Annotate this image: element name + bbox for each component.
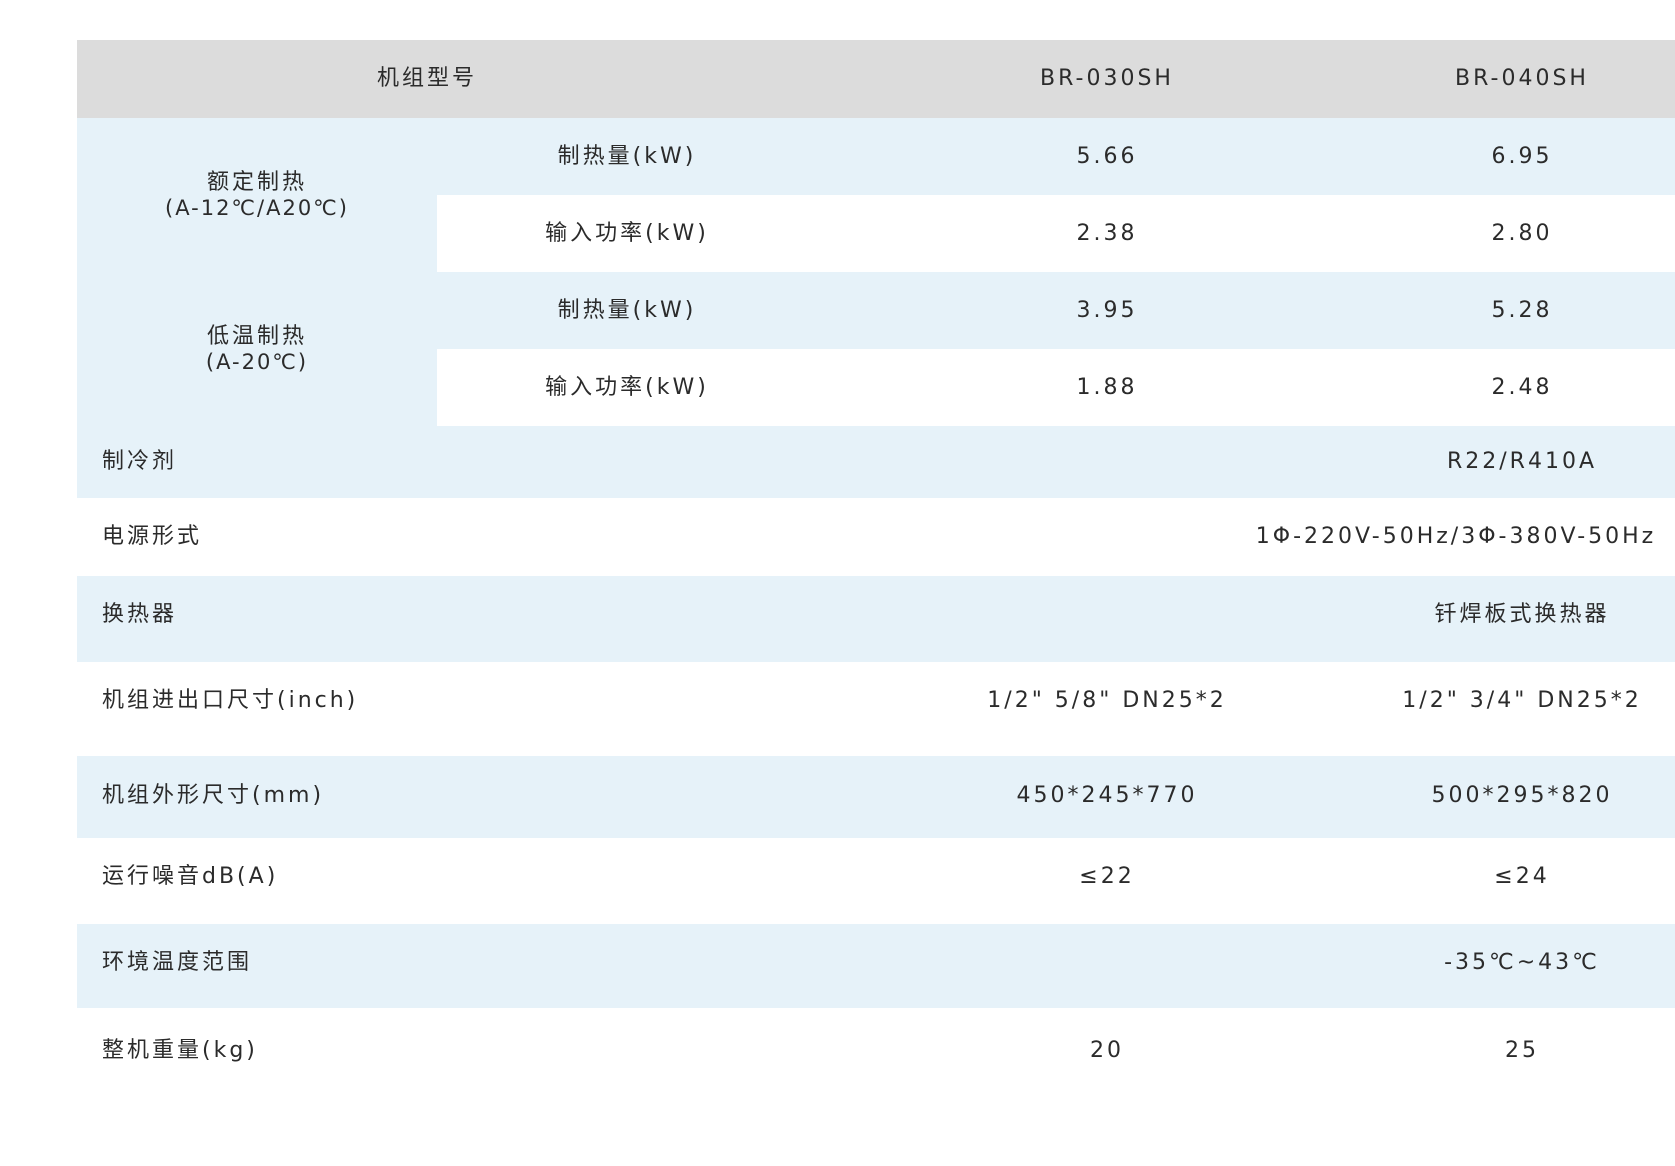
rated-power-label: 输入功率(kW) bbox=[545, 220, 709, 246]
header-model-a: BR-030SH bbox=[1040, 66, 1174, 92]
port-size-b: 1/2" 3/4" DN25*2 bbox=[1402, 688, 1642, 714]
rated-heating-title: 额定制热 bbox=[206, 170, 307, 196]
dimensions-label: 机组外形尺寸(mm) bbox=[102, 783, 325, 809]
port-size-label: 机组进出口尺寸(inch) bbox=[102, 688, 359, 714]
rated-heating-label: 额定制热 (A-12℃/A20℃) bbox=[77, 118, 437, 272]
low-capacity-label: 制热量(kW) bbox=[557, 297, 697, 323]
refrigerant-value: R22/R410A bbox=[1446, 449, 1598, 475]
refrigerant-label: 制冷剂 bbox=[102, 449, 178, 475]
rated-capacity-b: 6.95 bbox=[1491, 143, 1553, 169]
low-capacity-a: 3.95 bbox=[1076, 297, 1138, 323]
spec-table: 机组型号 BR-030SH BR-040SH 额定制热 (A-12℃/A20℃)… bbox=[77, 40, 1675, 1150]
weight-b: 25 bbox=[1505, 1038, 1539, 1064]
header-model-label: 机组型号 bbox=[376, 66, 477, 92]
heat-exchanger-label: 换热器 bbox=[102, 602, 178, 628]
power-supply-value: 1Φ-220V-50Hz/3Φ-380V-50Hz bbox=[1255, 524, 1657, 550]
low-power-b: 2.48 bbox=[1491, 374, 1553, 400]
header-model-b: BR-040SH bbox=[1455, 66, 1589, 92]
low-capacity-b: 5.28 bbox=[1491, 297, 1553, 323]
low-power-label: 输入功率(kW) bbox=[545, 374, 709, 400]
rated-power-b: 2.80 bbox=[1491, 220, 1553, 246]
rated-capacity-a: 5.66 bbox=[1076, 143, 1138, 169]
low-temp-heating-label: 低温制热 (A-20℃) bbox=[77, 272, 437, 426]
ambient-range-value: -35℃~43℃ bbox=[1444, 950, 1600, 976]
port-size-a: 1/2" 5/8" DN25*2 bbox=[987, 688, 1227, 714]
dimensions-b: 500*295*820 bbox=[1431, 783, 1613, 809]
rated-power-a: 2.38 bbox=[1076, 220, 1138, 246]
rated-heating-condition: (A-12℃/A20℃) bbox=[165, 195, 349, 220]
noise-a: ≤22 bbox=[1079, 864, 1135, 890]
power-supply-label: 电源形式 bbox=[102, 524, 203, 550]
ambient-range-label: 环境温度范围 bbox=[102, 950, 253, 976]
noise-label: 运行噪音dB(A) bbox=[102, 864, 279, 890]
low-temp-heating-title: 低温制热 bbox=[206, 324, 307, 350]
low-power-a: 1.88 bbox=[1076, 374, 1138, 400]
weight-label: 整机重量(kg) bbox=[102, 1038, 258, 1064]
noise-b: ≤24 bbox=[1494, 864, 1550, 890]
rated-capacity-label: 制热量(kW) bbox=[557, 143, 697, 169]
heat-exchanger-value: 钎焊板式换热器 bbox=[1434, 602, 1610, 628]
weight-a: 20 bbox=[1090, 1038, 1124, 1064]
low-temp-heating-condition: (A-20℃) bbox=[205, 349, 309, 374]
dimensions-a: 450*245*770 bbox=[1016, 783, 1198, 809]
